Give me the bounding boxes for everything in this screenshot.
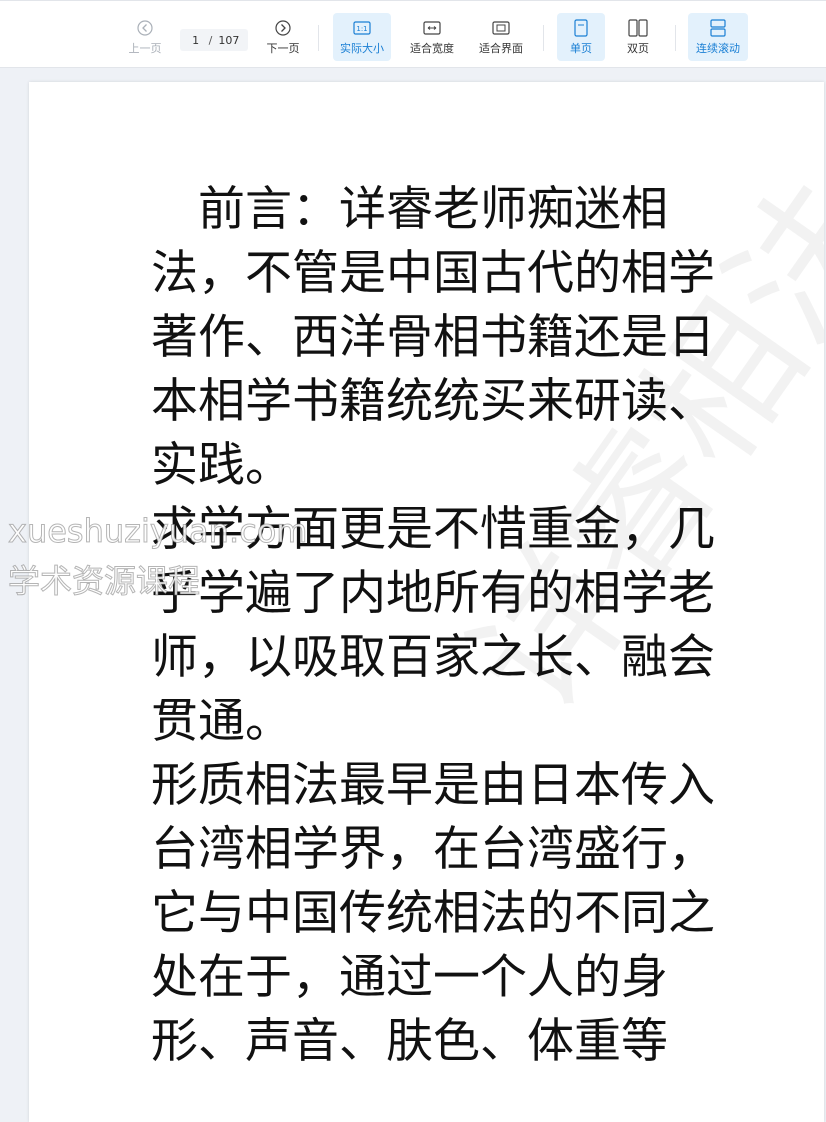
fit-width-icon (423, 18, 441, 38)
prev-page-label: 上一页 (128, 42, 162, 55)
single-page-button[interactable]: 单页 (557, 13, 605, 61)
fit-width-button[interactable]: 适合宽度 (404, 13, 460, 61)
double-page-label: 双页 (627, 42, 649, 55)
actual-size-button[interactable]: 1:1 实际大小 (333, 13, 391, 61)
page-indicator: 1 / 107 (180, 29, 248, 51)
continuous-scroll-button[interactable]: 连续滚动 (688, 13, 748, 61)
continuous-scroll-label: 连续滚动 (696, 42, 740, 55)
next-page-button[interactable]: 下一页 (260, 13, 306, 61)
page-number-input[interactable]: 1 (189, 34, 203, 47)
toolbar-divider (675, 25, 676, 51)
viewer-toolbar: 上一页 1 / 107 下一页 1:1 实际大小 适合宽度 适合界面 单页 双页… (0, 0, 826, 68)
chevron-left-circle-icon (137, 18, 153, 38)
single-page-icon (574, 18, 588, 38)
chevron-right-circle-icon (275, 18, 291, 38)
actual-size-icon: 1:1 (353, 18, 371, 38)
double-page-icon (628, 18, 648, 38)
toolbar-divider (318, 25, 319, 51)
document-page: 详睿相法 前言：详睿老师痴迷相法，不管是中国古代的相学著作、西洋骨相书籍还是日本… (29, 82, 824, 1122)
document-text: 前言：详睿老师痴迷相法，不管是中国古代的相学著作、西洋骨相书籍还是日本相学书籍统… (151, 178, 731, 1074)
actual-size-label: 实际大小 (340, 42, 384, 55)
next-page-label: 下一页 (266, 42, 300, 55)
fit-width-label: 适合宽度 (410, 42, 454, 55)
double-page-button[interactable]: 双页 (614, 13, 662, 61)
fit-page-button[interactable]: 适合界面 (472, 13, 530, 61)
toolbar-divider (543, 25, 544, 51)
single-page-label: 单页 (570, 42, 592, 55)
prev-page-button[interactable]: 上一页 (122, 13, 168, 61)
page-total: 107 (218, 33, 240, 47)
fit-page-icon (492, 18, 510, 38)
page-separator: / (208, 33, 213, 47)
paragraph: 形质相法最早是由日本传入台湾相学界，在台湾盛行，它与中国传统相法的不同之处在于，… (151, 758, 715, 1069)
svg-text:1:1: 1:1 (356, 25, 367, 33)
paragraph: 求学方面更是不惜重金，几乎学遍了内地所有的相学老师，以吸取百家之长、融会贯通。 (151, 502, 715, 749)
paragraph: 前言：详睿老师痴迷相法，不管是中国古代的相学著作、西洋骨相书籍还是日本相学书籍统… (151, 182, 715, 493)
fit-page-label: 适合界面 (479, 42, 523, 55)
continuous-scroll-icon (710, 18, 726, 38)
